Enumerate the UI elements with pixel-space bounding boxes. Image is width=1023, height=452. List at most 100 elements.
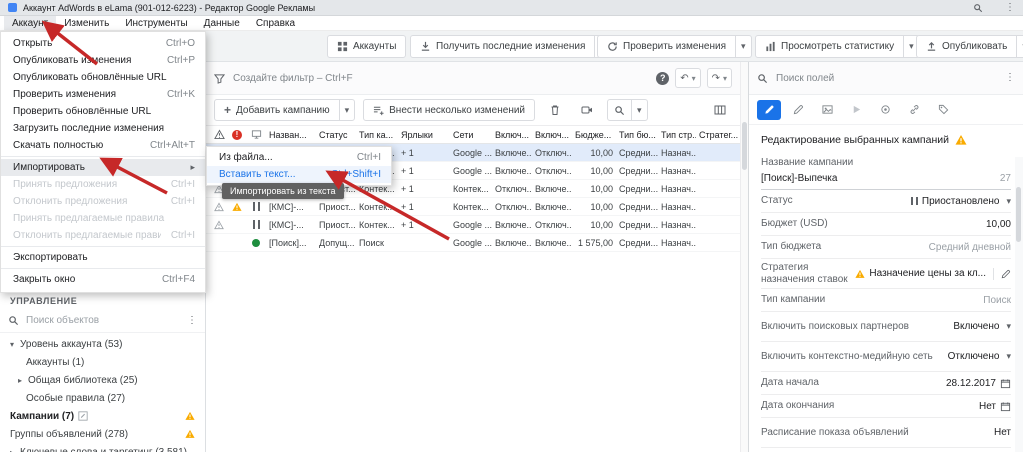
tab-targeting[interactable] — [873, 100, 897, 120]
column-header[interactable]: Тип стр... — [658, 130, 696, 140]
undo-button[interactable]: ↶ ▾ — [675, 68, 700, 88]
menu-account[interactable]: Аккаунт — [4, 16, 56, 30]
more-options-icon[interactable]: ⋮ — [1005, 3, 1015, 13]
post-changes-button[interactable]: Опубликовать ▾ — [916, 35, 1023, 58]
menu-item-post-changes[interactable]: Опубликовать измененияCtrl+P — [1, 52, 205, 69]
view-statistics-button[interactable]: Просмотреть статистику ▾ — [755, 35, 920, 58]
video-button[interactable] — [575, 99, 599, 121]
search-in-grid-button[interactable]: ▾ — [607, 99, 648, 121]
filter-bar[interactable]: Создайте фильтр – Ctrl+F ? ↶ ▾ ↷ ▾ — [206, 62, 740, 95]
column-header[interactable]: Стратег... — [696, 130, 740, 140]
accounts-button[interactable]: Аккаунты — [327, 35, 406, 58]
columns-button[interactable] — [708, 99, 732, 121]
column-header[interactable]: Включ... — [492, 130, 532, 140]
sidebar-item-keywords[interactable]: ▸ Ключевые слова и таргетинг (3 581) — [0, 443, 205, 452]
get-recent-changes-button[interactable]: Получить последние изменения ▾ — [410, 35, 611, 58]
more-options-icon[interactable]: ⋮ — [187, 316, 197, 326]
calendar-icon[interactable] — [1000, 401, 1011, 412]
chevron-down-icon[interactable]: ▾ — [723, 74, 727, 83]
budget-input[interactable]: 10,00 — [986, 219, 1011, 230]
menu-data[interactable]: Данные — [196, 16, 248, 30]
menu-edit[interactable]: Изменить — [56, 16, 117, 30]
field-row-budget-type: Тип бюджета Средний дневной — [761, 236, 1011, 259]
chevron-down-icon[interactable]: ▾ — [1006, 351, 1011, 362]
sidebar-item-campaigns[interactable]: Кампании (7) — [0, 407, 205, 425]
menu-item-post-updated-urls[interactable]: Опубликовать обновлённые URL — [1, 69, 205, 86]
start-date-input[interactable]: 28.12.2017 — [946, 378, 1011, 389]
search-partners-select[interactable]: Включено ▾ — [953, 321, 1011, 332]
chevron-right-icon[interactable]: ▸ — [8, 448, 16, 452]
menu-help[interactable]: Справка — [248, 16, 303, 30]
scrollbar-thumb[interactable] — [1016, 187, 1021, 242]
ad-schedule-value[interactable]: Нет — [994, 427, 1011, 438]
edit-panel-scrollbar[interactable] — [1015, 157, 1023, 452]
help-icon[interactable]: ? — [656, 72, 669, 85]
fields-search-placeholder[interactable]: Поиск полей — [776, 73, 997, 84]
add-campaign-button[interactable]: +Добавить кампанию ▾ — [214, 99, 355, 121]
tab-labels[interactable] — [931, 100, 955, 120]
menu-item-close-window[interactable]: Закрыть окноCtrl+F4 — [1, 271, 205, 288]
chevron-down-icon[interactable]: ▾ — [8, 340, 16, 349]
sidebar-item-custom-rules[interactable]: Особые правила (27) — [0, 389, 205, 407]
column-header[interactable]: Сети — [450, 130, 492, 140]
sidebar-item-accounts[interactable]: Аккаунты (1) — [0, 353, 205, 371]
fields-search[interactable]: Поиск полей ⋮ — [749, 62, 1023, 95]
redo-button[interactable]: ↷ ▾ — [707, 68, 732, 88]
chevron-right-icon[interactable]: ▸ — [16, 376, 24, 385]
menu-item-get-recent-changes[interactable]: Загрузить последние изменения — [1, 120, 205, 137]
tab-videos[interactable] — [844, 100, 868, 120]
column-header[interactable]: Назван... — [266, 130, 316, 140]
chevron-down-icon[interactable]: ▾ — [1006, 321, 1011, 332]
sidebar-item-account-level[interactable]: ▾ Уровень аккаунта (53) — [0, 335, 205, 353]
tab-images[interactable] — [815, 100, 839, 120]
chevron-down-icon[interactable]: ▾ — [1016, 36, 1023, 57]
table-row[interactable]: [Поиск]... Допущ... Поиск Google ... Вкл… — [206, 234, 740, 252]
objects-search[interactable]: Поиск объектов ⋮ — [0, 309, 205, 333]
check-changes-button[interactable]: Проверить изменения ▾ — [597, 35, 752, 58]
submenu-item-paste-text[interactable]: Вставить текст...Ctrl+Shift+I — [207, 166, 391, 183]
menu-item-open[interactable]: ОткрытьCtrl+O — [1, 35, 205, 52]
column-header[interactable]: Тип ка... — [356, 130, 398, 140]
chevron-down-icon[interactable]: ▾ — [1006, 196, 1011, 207]
chevron-down-icon[interactable]: ▾ — [692, 74, 696, 83]
menu-item-check-updated-urls[interactable]: Проверить обновлённые URL — [1, 103, 205, 120]
campaign-name-field[interactable]: [Поиск]-Выпечка 27 — [761, 168, 1011, 190]
objects-search-placeholder[interactable]: Поиск объектов — [26, 315, 180, 326]
column-header[interactable]: Ярлыки — [398, 130, 450, 140]
bid-strategy-select[interactable]: Назначение цены за кл... — [855, 268, 1011, 280]
menu-item-download-full[interactable]: Скачать полностьюCtrl+Alt+T — [1, 137, 205, 154]
chevron-down-icon[interactable]: ▾ — [735, 36, 751, 57]
menu-item-check-changes[interactable]: Проверить измененияCtrl+K — [1, 86, 205, 103]
bulk-edit-button[interactable]: Внести несколько изменений — [363, 99, 535, 121]
table-row[interactable]: [КМС]-... Приост... Контек... + 1 Контек… — [206, 198, 740, 216]
scrollbar-thumb[interactable] — [742, 122, 747, 170]
more-options-icon[interactable]: ⋮ — [1005, 73, 1015, 83]
table-row[interactable]: [КМС]-... Приост... Контек... + 1 Google… — [206, 216, 740, 234]
submenu-item-from-file[interactable]: Из файла...Ctrl+I — [207, 149, 391, 166]
column-header[interactable]: Включ... — [532, 130, 572, 140]
tab-edit[interactable] — [757, 100, 781, 120]
chevron-down-icon[interactable]: ▾ — [339, 100, 355, 120]
search-icon[interactable] — [973, 3, 983, 13]
display-network-select[interactable]: Отключено ▾ — [948, 351, 1011, 362]
sidebar-item-ad-groups[interactable]: Группы объявлений (278) — [0, 425, 205, 443]
delete-button[interactable] — [543, 99, 567, 121]
table-header-row[interactable]: ! Назван... Статус Тип ка... Ярлыки Сети… — [206, 126, 740, 144]
field-row-end-date: Дата окончания Нет — [761, 395, 1011, 418]
end-date-input[interactable]: Нет — [979, 401, 1011, 412]
menu-item-export[interactable]: Экспортировать — [1, 249, 205, 266]
menu-item-import[interactable]: Импортировать▸ — [1, 159, 205, 176]
column-header[interactable]: Бюдже... — [572, 130, 616, 140]
grid-scrollbar[interactable] — [740, 62, 748, 452]
menu-tools[interactable]: Инструменты — [117, 16, 195, 30]
pencil-icon[interactable] — [1001, 269, 1011, 279]
tab-notes[interactable] — [786, 100, 810, 120]
tab-links[interactable] — [902, 100, 926, 120]
sidebar-item-shared-library[interactable]: ▸ Общая библиотека (25) — [0, 371, 205, 389]
column-header[interactable]: Тип бю... — [616, 130, 658, 140]
column-header[interactable]: Статус — [316, 130, 356, 140]
filter-placeholder[interactable]: Создайте фильтр – Ctrl+F — [233, 73, 353, 84]
chevron-down-icon[interactable]: ▾ — [631, 100, 647, 120]
calendar-icon[interactable] — [1000, 378, 1011, 389]
status-select[interactable]: Приостановлено ▾ — [911, 196, 1011, 207]
